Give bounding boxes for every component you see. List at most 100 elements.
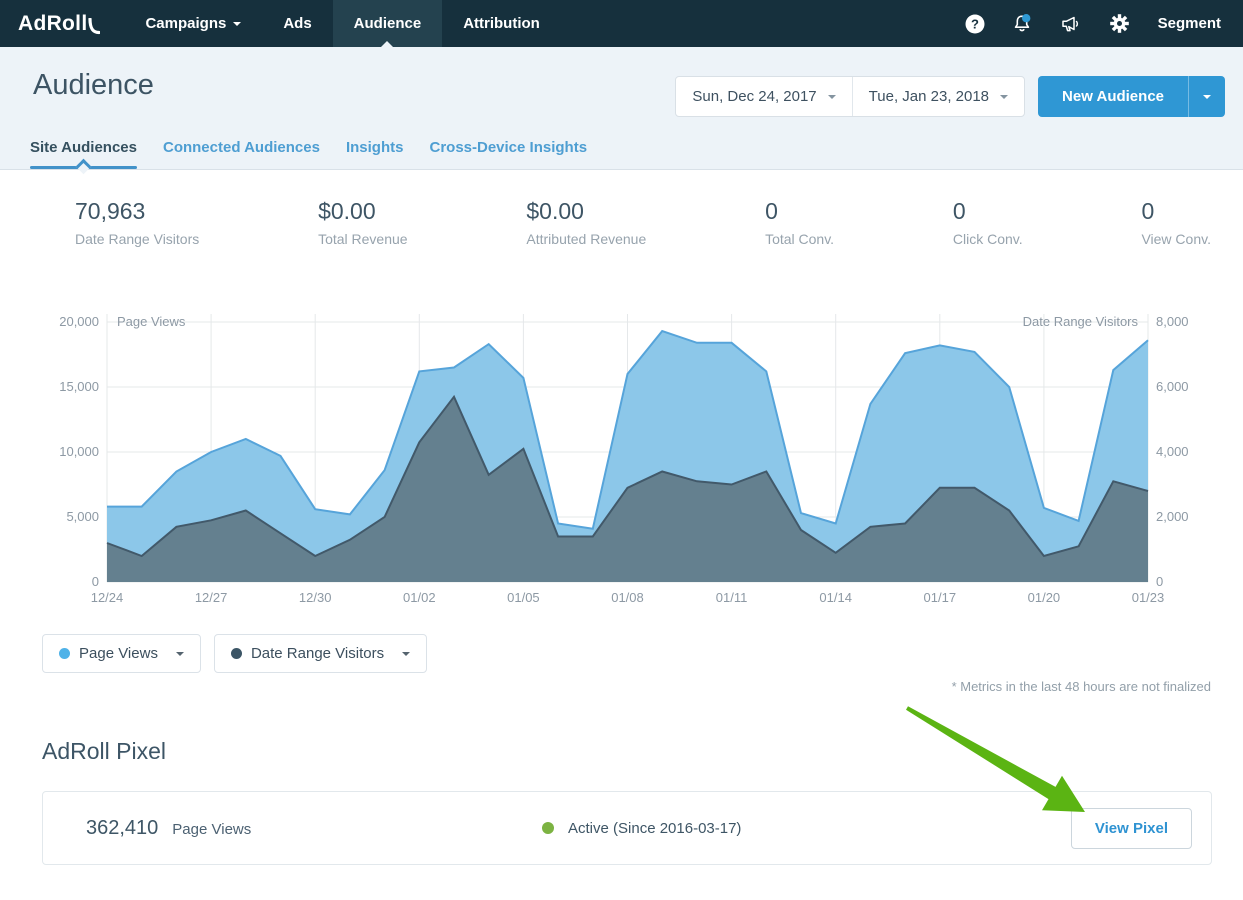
nav-item-audience-label: Audience <box>354 15 422 32</box>
nav-right-group: ? <box>952 0 1243 47</box>
stat-label: Total Revenue <box>318 231 408 247</box>
svg-text:01/02: 01/02 <box>403 590 436 605</box>
pixel-page-views-stat: 362,410 Page Views <box>86 817 251 840</box>
end-date-dropdown[interactable]: Tue, Jan 23, 2018 <box>852 77 1024 116</box>
pixel-status-text: Active (Since 2016-03-17) <box>568 820 741 837</box>
tab-connected-audiences[interactable]: Connected Audiences <box>163 139 320 169</box>
stat-value: 0 <box>953 198 1023 225</box>
help-icon[interactable]: ? <box>965 14 985 34</box>
start-date-value: Sun, Dec 24, 2017 <box>692 88 816 105</box>
traffic-area-chart: 05,00010,00015,00020,00002,0004,0006,000… <box>0 307 1243 612</box>
chevron-down-icon <box>1000 95 1008 99</box>
header-controls: Sun, Dec 24, 2017 Tue, Jan 23, 2018 New … <box>675 76 1225 117</box>
tab-cross-device-insights[interactable]: Cross-Device Insights <box>429 139 587 169</box>
chevron-down-icon <box>402 652 410 656</box>
stat-view-conv: 0 View Conv. <box>1141 198 1211 247</box>
stat-click-conv: 0 Click Conv. <box>953 198 1023 247</box>
svg-text:12/30: 12/30 <box>299 590 332 605</box>
view-pixel-button[interactable]: View Pixel <box>1071 808 1192 849</box>
adroll-logo[interactable]: AdRoll <box>0 0 124 47</box>
chevron-down-icon <box>1203 95 1211 99</box>
svg-text:5,000: 5,000 <box>66 509 99 524</box>
notifications-bell-icon[interactable] <box>1011 13 1033 35</box>
adroll-logo-curl-icon <box>88 18 100 36</box>
tab-insights[interactable]: Insights <box>346 139 404 169</box>
nav-item-attribution[interactable]: Attribution <box>442 0 561 47</box>
stat-total-revenue: $0.00 Total Revenue <box>318 198 408 247</box>
nav-item-attribution-label: Attribution <box>463 15 540 32</box>
legend-visitors-dropdown[interactable]: Date Range Visitors <box>214 634 427 673</box>
chevron-down-icon <box>233 22 241 26</box>
pixel-section-title: AdRoll Pixel <box>42 738 1243 765</box>
chevron-down-icon <box>828 95 836 99</box>
summary-stats-row: 70,963 Date Range Visitors $0.00 Total R… <box>0 170 1243 247</box>
svg-text:01/11: 01/11 <box>716 590 748 605</box>
top-nav: AdRoll Campaigns Ads Audience Attributio… <box>0 0 1243 47</box>
svg-text:01/08: 01/08 <box>611 590 644 605</box>
stat-label: View Conv. <box>1141 231 1211 247</box>
announcements-megaphone-icon[interactable] <box>1059 13 1083 35</box>
notification-dot <box>1022 14 1030 22</box>
pixel-card: 362,410 Page Views Active (Since 2016-03… <box>42 791 1212 865</box>
pixel-page-views-label: Page Views <box>172 821 251 838</box>
stat-value: $0.00 <box>318 198 408 225</box>
svg-text:0: 0 <box>92 574 99 589</box>
stat-total-conv: 0 Total Conv. <box>765 198 834 247</box>
svg-text:01/20: 01/20 <box>1028 590 1061 605</box>
legend-label: Date Range Visitors <box>251 645 384 662</box>
pixel-page-views-value: 362,410 <box>86 817 158 840</box>
page-header: Audience Sun, Dec 24, 2017 Tue, Jan 23, … <box>0 47 1243 170</box>
svg-text:20,000: 20,000 <box>59 314 99 329</box>
svg-text:6,000: 6,000 <box>1156 379 1189 394</box>
legend-page-views-dropdown[interactable]: Page Views <box>42 634 201 673</box>
svg-text:15,000: 15,000 <box>59 379 99 394</box>
metrics-footnote: * Metrics in the last 48 hours are not f… <box>0 679 1211 694</box>
stat-value: $0.00 <box>526 198 646 225</box>
stat-value: 0 <box>1141 198 1211 225</box>
stat-label: Click Conv. <box>953 231 1023 247</box>
new-audience-split-button: New Audience <box>1038 76 1225 117</box>
page-title: Audience <box>33 69 154 102</box>
visitors-series-dot <box>231 648 242 659</box>
segment-menu[interactable]: Segment <box>1158 15 1221 32</box>
svg-text:?: ? <box>971 16 979 31</box>
end-date-value: Tue, Jan 23, 2018 <box>869 88 989 105</box>
svg-text:12/27: 12/27 <box>195 590 228 605</box>
svg-text:01/17: 01/17 <box>924 590 957 605</box>
stat-value: 0 <box>765 198 834 225</box>
svg-text:4,000: 4,000 <box>1156 444 1189 459</box>
svg-text:8,000: 8,000 <box>1156 314 1189 329</box>
settings-gear-icon[interactable] <box>1109 13 1130 34</box>
new-audience-menu-button[interactable] <box>1188 76 1225 117</box>
nav-item-campaigns-label: Campaigns <box>145 15 226 32</box>
stat-attributed-revenue: $0.00 Attributed Revenue <box>526 198 646 247</box>
nav-item-audience[interactable]: Audience <box>333 0 443 47</box>
pixel-status: Active (Since 2016-03-17) <box>542 820 741 837</box>
adroll-logo-text: AdRoll <box>18 12 87 36</box>
nav-item-campaigns[interactable]: Campaigns <box>124 0 262 47</box>
date-range-picker: Sun, Dec 24, 2017 Tue, Jan 23, 2018 <box>675 76 1025 117</box>
svg-text:Page Views: Page Views <box>117 314 186 329</box>
nav-item-ads-label: Ads <box>283 15 311 32</box>
chevron-down-icon <box>176 652 184 656</box>
chart-legend: Page Views Date Range Visitors <box>42 634 1243 673</box>
audience-tabs: Site Audiences Connected Audiences Insig… <box>30 139 587 169</box>
stat-date-range-visitors: 70,963 Date Range Visitors <box>75 198 199 247</box>
svg-text:0: 0 <box>1156 574 1163 589</box>
active-status-dot <box>542 822 554 834</box>
svg-text:10,000: 10,000 <box>59 444 99 459</box>
svg-text:01/05: 01/05 <box>507 590 540 605</box>
svg-text:Date Range Visitors: Date Range Visitors <box>1023 314 1139 329</box>
nav-item-ads[interactable]: Ads <box>262 0 332 47</box>
stat-label: Attributed Revenue <box>526 231 646 247</box>
svg-text:01/14: 01/14 <box>819 590 852 605</box>
start-date-dropdown[interactable]: Sun, Dec 24, 2017 <box>676 77 851 116</box>
stat-label: Date Range Visitors <box>75 231 199 247</box>
stat-label: Total Conv. <box>765 231 834 247</box>
svg-text:01/23: 01/23 <box>1132 590 1165 605</box>
tab-site-audiences[interactable]: Site Audiences <box>30 139 137 169</box>
new-audience-button[interactable]: New Audience <box>1038 76 1188 117</box>
svg-text:12/24: 12/24 <box>91 590 124 605</box>
legend-label: Page Views <box>79 645 158 662</box>
stat-value: 70,963 <box>75 198 199 225</box>
